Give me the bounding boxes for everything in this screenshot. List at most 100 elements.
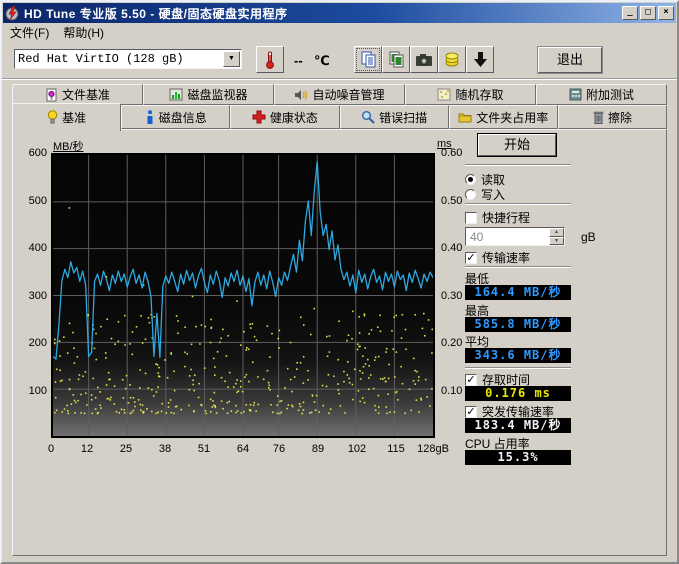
tab-strip: 文件基准 磁盘监视器 自动噪音管理 [12, 84, 667, 129]
close-button[interactable]: × [658, 6, 674, 20]
checkbox-icon[interactable] [465, 374, 477, 386]
toolbar: Red Hat VirtIO (128 gB) ▼ -- ℃ [2, 42, 677, 79]
x-tick: 128gB [413, 443, 453, 455]
tab-erase[interactable]: 擦除 [558, 105, 667, 129]
disk-info-icon [145, 110, 155, 124]
write-radio[interactable]: 写入 [465, 186, 505, 203]
tab-error-scan[interactable]: 错误扫描 [340, 105, 449, 129]
left-axis-unit: MB/秒 [53, 138, 84, 154]
drive-select[interactable]: Red Hat VirtIO (128 gB) ▼ [14, 49, 242, 69]
x-tick: 115 [376, 443, 416, 455]
temperature-unit: ℃ [314, 53, 330, 69]
separator [465, 367, 571, 369]
tab-extra-tests[interactable]: 附加测试 [536, 84, 667, 105]
tab-label: 磁盘信息 [159, 109, 207, 126]
minimize-button[interactable]: _ [622, 6, 638, 20]
write-radio-label: 写入 [481, 186, 505, 203]
checkbox-icon[interactable] [465, 406, 477, 418]
y-tick: 100 [15, 385, 47, 397]
file-benchmark-icon [45, 88, 58, 102]
tab-row-1: 文件基准 磁盘监视器 自动噪音管理 [12, 84, 667, 105]
copy-icon [360, 51, 377, 68]
separator [465, 203, 571, 205]
min-transfer-rate-display: 164.4 MB/秒 [465, 285, 571, 300]
tab-label: 文件夹占用率 [476, 109, 548, 126]
tab-label: 磁盘监视器 [187, 86, 247, 103]
save-results-button[interactable] [438, 46, 466, 73]
download-button[interactable] [466, 46, 494, 73]
aam-speaker-icon [294, 88, 308, 102]
short-stroke-size-stepper[interactable]: 40 ▲ ▼ [465, 227, 565, 246]
random-access-icon [437, 88, 451, 101]
health-icon [252, 110, 266, 124]
y-tick: 300 [15, 290, 47, 302]
max-transfer-rate-display: 585.8 MB/秒 [465, 317, 571, 332]
temperature-button[interactable] [256, 46, 284, 73]
drive-select-value: Red Hat VirtIO (128 gB) [15, 52, 223, 66]
tab-label: 基准 [62, 109, 86, 126]
coins-icon [444, 51, 461, 68]
avg-transfer-rate-display: 343.6 MB/秒 [465, 348, 571, 363]
stepper-down-icon[interactable]: ▼ [549, 237, 564, 246]
x-tick: 89 [298, 443, 338, 455]
tab-label: 自动噪音管理 [312, 86, 384, 103]
tab-label: 文件基准 [62, 86, 110, 103]
folder-usage-icon [458, 111, 472, 123]
tab-disk-monitor[interactable]: 磁盘监视器 [143, 84, 274, 105]
burst-rate-display: 183.4 MB/秒 [465, 418, 571, 433]
x-tick: 38 [145, 443, 185, 455]
copy-image-button[interactable] [382, 46, 410, 73]
app-window: HD Tune 专业版 5.50 - 硬盘/固态硬盘实用程序 _ □ × 文件(… [0, 0, 679, 564]
benchmark-chart [51, 153, 435, 438]
exit-button[interactable]: 退出 [538, 47, 602, 73]
tab-label: 擦除 [608, 109, 632, 126]
cpu-usage-display: 15.3% [465, 450, 571, 465]
benchmark-page: MB/秒 ms 600 500 400 300 200 100 0.60 0.5… [12, 129, 667, 556]
short-stroke-unit: gB [581, 230, 596, 244]
benchmark-bulb-icon [47, 110, 58, 125]
y-tick: 600 [15, 147, 47, 159]
tab-folder-usage[interactable]: 文件夹占用率 [449, 105, 558, 129]
x-tick: 102 [337, 443, 377, 455]
x-tick: 64 [223, 443, 263, 455]
tab-label: 错误扫描 [379, 109, 427, 126]
y-tick: 400 [15, 242, 47, 254]
tab-file-benchmark[interactable]: 文件基准 [12, 84, 143, 105]
tab-health[interactable]: 健康状态 [230, 105, 339, 129]
tab-benchmark[interactable]: 基准 [12, 103, 121, 131]
tab-random-access[interactable]: 随机存取 [405, 84, 536, 105]
y-tick: 200 [15, 337, 47, 349]
x-tick: 12 [67, 443, 107, 455]
access-time-display: 0.176 ms [465, 386, 571, 401]
y-tick: 500 [15, 195, 47, 207]
chevron-down-icon[interactable]: ▼ [223, 51, 240, 67]
transfer-rate-checkbox[interactable]: 传输速率 [465, 249, 530, 266]
checkbox-icon[interactable] [465, 252, 477, 264]
separator [465, 266, 571, 268]
tab-label: 附加测试 [586, 86, 634, 103]
temperature-value: -- [294, 53, 303, 68]
short-stroke-label: 快捷行程 [482, 209, 530, 226]
radio-icon[interactable] [465, 174, 476, 185]
stepper-up-icon[interactable]: ▲ [549, 228, 564, 237]
erase-icon [593, 110, 604, 124]
y-tick-right: 0.60 [441, 147, 473, 159]
thermometer-icon [262, 50, 278, 70]
copy-image-icon [388, 51, 405, 68]
checkbox-icon[interactable] [465, 212, 477, 224]
camera-icon [415, 53, 433, 67]
screenshot-button[interactable] [410, 46, 438, 73]
tab-disk-info[interactable]: 磁盘信息 [121, 105, 230, 129]
maximize-button[interactable]: □ [640, 6, 656, 20]
short-stroke-checkbox[interactable]: 快捷行程 [465, 209, 530, 226]
x-tick: 25 [106, 443, 146, 455]
tab-row-2: 基准 磁盘信息 健康状态 错误扫描 [12, 105, 667, 129]
extra-tests-icon [569, 88, 582, 101]
menu-help[interactable]: 帮助(H) [56, 22, 111, 43]
radio-icon[interactable] [465, 189, 476, 200]
copy-text-button[interactable] [354, 46, 382, 73]
menu-file[interactable]: 文件(F) [3, 22, 56, 43]
start-button[interactable]: 开始 [478, 134, 556, 156]
tab-aam[interactable]: 自动噪音管理 [274, 84, 405, 105]
short-stroke-size-value: 40 [466, 228, 549, 245]
